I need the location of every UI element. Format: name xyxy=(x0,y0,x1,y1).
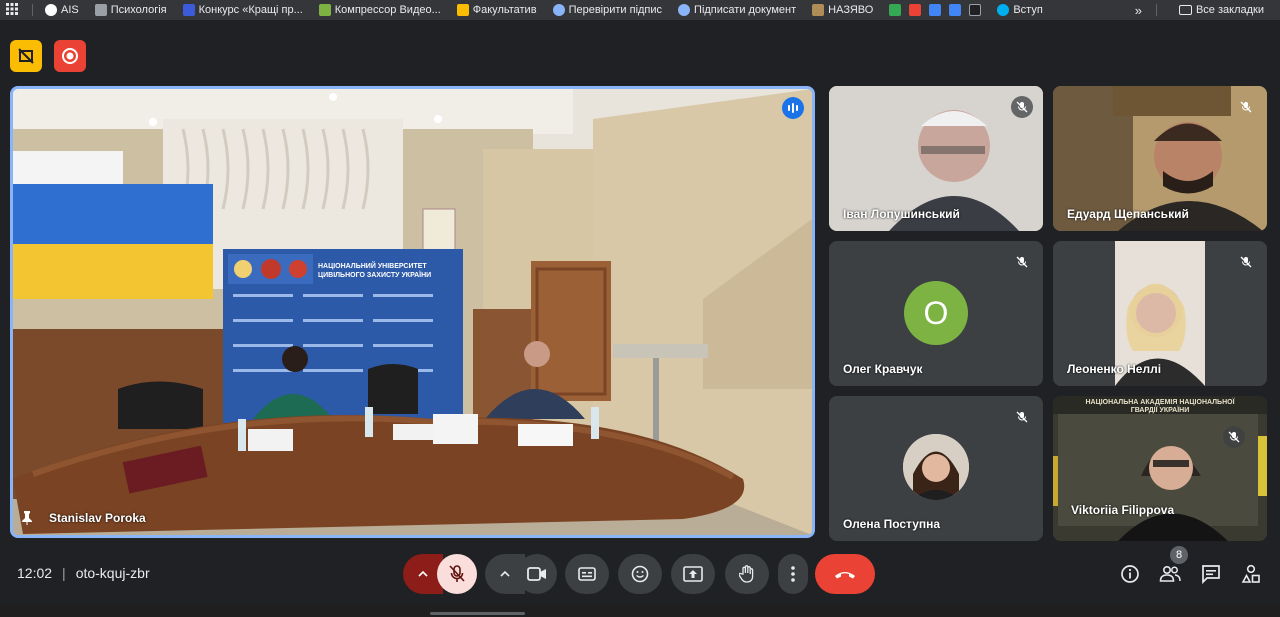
meeting-code: oto-kquj-zbr xyxy=(75,565,150,581)
bookmarks-bar: AIS Психологія Конкурс «Кращі пр... Комп… xyxy=(0,0,1280,20)
naqa-icon xyxy=(812,4,825,16)
chevron-more-icon[interactable]: » xyxy=(1135,3,1142,18)
captions-icon xyxy=(578,567,596,581)
chat-button[interactable] xyxy=(1198,561,1224,587)
globe-icon xyxy=(678,4,691,16)
chevron-up-icon xyxy=(500,571,510,577)
folder-icon xyxy=(94,4,107,16)
info-icon xyxy=(1121,565,1139,583)
participant-tile[interactable]: Іван Лопушинський xyxy=(829,86,1043,231)
participant-tile[interactable]: Олена Поступна xyxy=(829,396,1043,541)
participant-tile[interactable]: Едуард Щепанський xyxy=(1053,86,1267,231)
activities-icon xyxy=(1241,564,1260,583)
bookmark-extra-icons[interactable] xyxy=(881,0,989,20)
activities-button[interactable] xyxy=(1238,561,1264,587)
apps-grid-icon[interactable] xyxy=(6,3,20,17)
globe-icon xyxy=(552,4,565,16)
bookmark-psychology[interactable]: Психологія xyxy=(87,0,175,20)
avatar: О xyxy=(904,281,968,345)
captions-button[interactable] xyxy=(565,554,609,594)
taskbar-strip xyxy=(0,604,1280,617)
recording-badge[interactable] xyxy=(10,40,42,72)
bookmark-separator xyxy=(1155,4,1157,16)
bookmark-sign-document[interactable]: Підписати документ xyxy=(670,0,804,20)
speaker-name: Stanislav Poroka xyxy=(49,511,146,525)
image-icon xyxy=(929,4,942,16)
recording-off-icon xyxy=(18,48,34,64)
mic-toggle-button[interactable] xyxy=(437,554,477,594)
academy-overlay: НАЦІОНАЛЬНА АКАДЕМІЯ НАЦІОНАЛЬНОЇ ГВАРДІ… xyxy=(1085,399,1235,414)
chat-icon xyxy=(1202,565,1220,584)
reactions-button[interactable] xyxy=(618,554,662,594)
sheets-icon xyxy=(889,4,902,16)
mic-off-icon xyxy=(1235,251,1257,273)
hand-icon xyxy=(739,565,754,583)
participant-name: Едуард Щепанський xyxy=(1067,207,1189,221)
meeting-time: 12:02 xyxy=(17,565,53,581)
participant-count-badge: 8 xyxy=(1170,546,1188,564)
folder-icon xyxy=(1178,5,1192,15)
record-icon xyxy=(62,48,78,64)
people-button[interactable] xyxy=(1157,561,1183,587)
play-icon xyxy=(969,4,982,16)
participant-name: Олег Кравчук xyxy=(843,362,923,376)
taskbar-indicator xyxy=(430,612,525,615)
pin-icon[interactable] xyxy=(21,511,33,525)
avatar xyxy=(903,434,969,500)
bookmark-video-compressor[interactable]: Компрессор Видео... xyxy=(311,0,449,20)
mic-off-icon xyxy=(449,565,465,582)
bookmark-naqa[interactable]: НАЗЯВО xyxy=(804,0,881,20)
participant-name: Олена Поступна xyxy=(843,517,941,531)
participant-name: Леоненко Неллі xyxy=(1067,362,1162,376)
mic-off-icon xyxy=(1011,251,1033,273)
more-vert-icon xyxy=(791,566,795,582)
v-icon xyxy=(318,4,331,16)
present-screen-icon xyxy=(683,566,703,582)
mic-off-icon xyxy=(1011,96,1033,118)
skype-icon xyxy=(997,4,1010,16)
bookmark-ais[interactable]: AIS xyxy=(37,0,87,20)
bookmark-admission[interactable]: Вступ xyxy=(989,0,1050,20)
participant-video xyxy=(1053,396,1267,541)
conference-room-video xyxy=(13,89,812,535)
camera-icon xyxy=(527,567,546,581)
meeting-info: 12:02 | oto-kquj-zbr xyxy=(17,565,150,581)
gmail-icon xyxy=(909,4,922,16)
emoji-icon xyxy=(631,565,649,583)
hangup-icon xyxy=(835,572,855,579)
participant-name: Viktoriia Filippova xyxy=(1071,503,1175,517)
bookmark-separator xyxy=(32,4,33,16)
camera-toggle-button[interactable] xyxy=(517,554,557,594)
all-bookmarks-button[interactable]: Все закладки xyxy=(1171,0,1274,20)
raise-hand-button[interactable] xyxy=(725,554,769,594)
mic-off-icon xyxy=(1223,426,1245,448)
banner-caption: НАЦІОНАЛЬНИЙ УНІВЕРСИТЕТ ЦИВІЛЬНОГО ЗАХИ… xyxy=(318,263,432,279)
bookmarks-right: » Все закладки xyxy=(1135,0,1274,20)
bookmark-contest[interactable]: Конкурс «Кращі пр... xyxy=(175,0,311,20)
record-button[interactable] xyxy=(54,40,86,72)
end-call-button[interactable] xyxy=(815,554,875,594)
mic-off-icon xyxy=(1235,96,1257,118)
main-speaker-tile[interactable]: НАЦІОНАЛЬНИЙ УНІВЕРСИТЕТ ЦИВІЛЬНОГО ЗАХИ… xyxy=(10,86,815,538)
meeting-separator: | xyxy=(62,565,66,581)
ais-icon xyxy=(45,4,57,16)
meeting-details-button[interactable] xyxy=(1117,561,1143,587)
more-options-button[interactable] xyxy=(778,554,808,594)
present-button[interactable] xyxy=(671,554,715,594)
trident-icon xyxy=(182,4,195,16)
drive-icon xyxy=(456,4,469,16)
participant-tile[interactable]: НАЦІОНАЛЬНА АКАДЕМІЯ НАЦІОНАЛЬНОЇ ГВАРДІ… xyxy=(1053,396,1267,541)
mic-off-icon xyxy=(1011,406,1033,428)
bookmark-verify-signature[interactable]: Перевірити підпис xyxy=(545,0,670,20)
bookmark-elective[interactable]: Факультатив xyxy=(449,0,545,20)
people-icon xyxy=(1159,565,1181,582)
chevron-up-icon xyxy=(418,571,428,577)
translate-icon xyxy=(949,4,962,16)
speaking-indicator-icon xyxy=(782,97,804,119)
participant-name: Іван Лопушинський xyxy=(843,207,960,221)
participant-tile[interactable]: Леоненко Неллі xyxy=(1053,241,1267,386)
participant-tile[interactable]: О Олег Кравчук xyxy=(829,241,1043,386)
